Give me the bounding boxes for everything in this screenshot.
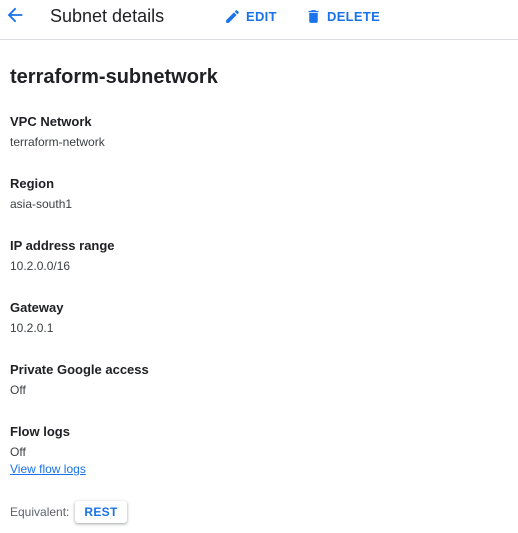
field-label: VPC Network <box>10 114 92 129</box>
delete-button[interactable]: DELETE <box>305 5 380 27</box>
field-label: Flow logs <box>10 424 70 439</box>
field-gateway: Gateway 10.2.0.1 <box>10 300 510 336</box>
trash-icon <box>308 9 319 23</box>
field-label: Region <box>10 176 55 191</box>
rest-button[interactable]: REST <box>75 501 127 523</box>
field-value: 10.2.0.0/16 <box>10 259 71 273</box>
field-region: Region asia-south1 <box>10 176 510 212</box>
back-button[interactable] <box>4 4 26 26</box>
arrow-back-icon <box>7 7 23 23</box>
field-label: IP address range <box>10 238 115 253</box>
field-value: Off <box>10 445 26 459</box>
field-value: terraform-network <box>10 135 105 149</box>
subnet-name: terraform-subnetwork <box>10 66 218 88</box>
field-ip-range: IP address range 10.2.0.0/16 <box>10 238 510 274</box>
page-title: Subnet details <box>50 6 165 26</box>
field-value: Off <box>10 383 26 397</box>
field-value: 10.2.0.1 <box>10 321 54 335</box>
view-flow-logs-link[interactable]: View flow logs <box>10 462 86 477</box>
field-value: asia-south1 <box>10 197 73 211</box>
details-panel: terraform-subnetwork VPC Network terrafo… <box>10 64 510 478</box>
page-header: Subnet details EDIT DELETE <box>0 0 518 40</box>
delete-label: DELETE <box>327 8 381 24</box>
edit-button[interactable]: EDIT <box>224 5 277 27</box>
edit-label: EDIT <box>246 8 277 24</box>
field-vpc-network: VPC Network terraform-network <box>10 114 510 150</box>
equivalent-bar: Equivalent: REST <box>10 500 127 524</box>
field-private-google-access: Private Google access Off <box>10 362 510 398</box>
field-flow-logs: Flow logs Off View flow logs <box>10 424 510 478</box>
field-label: Gateway <box>10 300 64 315</box>
field-label: Private Google access <box>10 362 149 377</box>
pencil-icon <box>226 9 239 23</box>
subnet-details-page: Subnet details EDIT DELETE terraform-sub… <box>0 0 518 533</box>
equivalent-label: Equivalent: <box>10 505 70 519</box>
